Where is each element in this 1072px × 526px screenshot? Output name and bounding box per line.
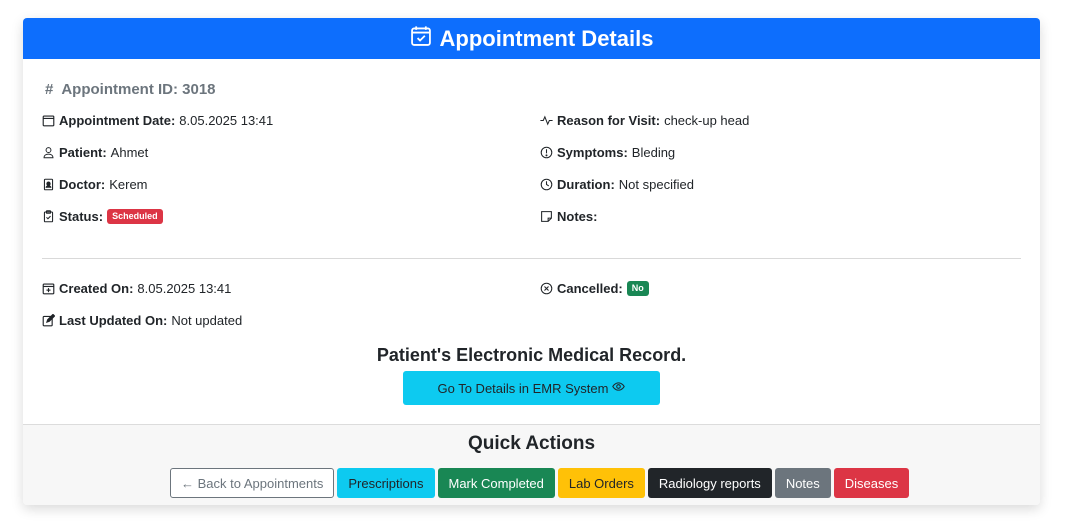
reason-row: Reason for Visit: check-up head [540, 113, 749, 128]
last-updated-label: Last Updated On: [59, 313, 168, 328]
created-on-value: 8.05.2025 13:41 [137, 281, 232, 296]
symptoms-value: Bleding [631, 145, 676, 160]
appointment-date-row: Appointment Date: 8.05.2025 13:41 [42, 113, 273, 128]
status-label: Status: [59, 209, 104, 224]
calendar-icon [42, 114, 55, 127]
cancelled-label: Cancelled: [557, 281, 623, 296]
badge-icon [42, 178, 55, 191]
duration-row: Duration: Not specified [540, 177, 694, 192]
symptoms-label: Symptoms: [557, 145, 628, 160]
notes-button[interactable]: Notes [774, 468, 831, 498]
status-row: Status: Scheduled [42, 209, 163, 224]
emr-details-button[interactable]: Go To Details in EMR System [403, 371, 660, 405]
quick-actions-section: Quick Actions ← Back to Appointments Pre… [23, 424, 1040, 505]
last-updated-value: Not updated [171, 313, 243, 328]
quick-actions-title: Quick Actions [467, 433, 596, 454]
clipboard-icon [42, 210, 55, 223]
notes-label: Notes: [557, 209, 598, 224]
emr-button-label: Go To Details in EMR System [437, 380, 609, 396]
cancelled-badge: No [626, 281, 649, 296]
card-header: Appointment Details [23, 18, 1040, 59]
eye-icon [608, 380, 626, 396]
appointment-date-label: Appointment Date: [59, 113, 176, 128]
page-title: Appointment Details [439, 25, 654, 51]
diseases-button[interactable]: Diseases [833, 468, 910, 498]
calendar-check-icon [410, 25, 440, 53]
appointment-id-label: Appointment ID: 3018 [61, 81, 216, 98]
doctor-row: Doctor: Kerem [42, 177, 148, 192]
patient-label: Patient: [59, 145, 107, 160]
doctor-value: Kerem [109, 177, 148, 192]
exclamation-circle-icon [540, 146, 553, 159]
duration-value: Not specified [618, 177, 694, 192]
hash-icon: # [45, 81, 54, 98]
appointment-date-value: 8.05.2025 13:41 [179, 113, 274, 128]
duration-label: Duration: [557, 177, 615, 192]
mark-completed-button[interactable]: Mark Completed [437, 468, 555, 498]
calendar-plus-icon [42, 282, 55, 295]
pencil-square-icon [42, 314, 55, 327]
patient-row: Patient: Ahmet [42, 145, 148, 160]
symptoms-row: Symptoms: Bleding [540, 145, 675, 160]
cancelled-row: Cancelled: No [540, 281, 649, 296]
x-circle-icon [540, 282, 553, 295]
quick-actions-bar: ← Back to Appointments Prescriptions Mar… [170, 468, 910, 498]
reason-value: check-up head [664, 113, 750, 128]
lab-orders-button[interactable]: Lab Orders [557, 468, 645, 498]
appointment-card: Appointment Details # Appointment ID: 30… [23, 18, 1040, 505]
prescriptions-button[interactable]: Prescriptions [337, 468, 435, 498]
emr-title: Patient's Electronic Medical Record. [376, 345, 687, 365]
reason-label: Reason for Visit: [557, 113, 661, 128]
radiology-reports-button[interactable]: Radiology reports [647, 468, 772, 498]
sticky-note-icon [540, 210, 553, 223]
created-on-row: Created On: 8.05.2025 13:41 [42, 281, 231, 296]
patient-value: Ahmet [110, 145, 149, 160]
created-on-label: Created On: [59, 281, 134, 296]
last-updated-row: Last Updated On: Not updated [42, 313, 242, 328]
card-body: # Appointment ID: 3018 Appointment Date:… [23, 59, 1040, 424]
activity-icon [540, 114, 553, 127]
status-badge: Scheduled [107, 209, 163, 224]
back-to-appointments-button[interactable]: ← Back to Appointments [170, 468, 335, 498]
doctor-label: Doctor: [59, 177, 106, 192]
divider [42, 258, 1021, 259]
appointment-id: # Appointment ID: 3018 [45, 81, 216, 98]
clock-icon [540, 178, 553, 191]
notes-row: Notes: [540, 209, 601, 224]
person-icon [42, 146, 55, 159]
